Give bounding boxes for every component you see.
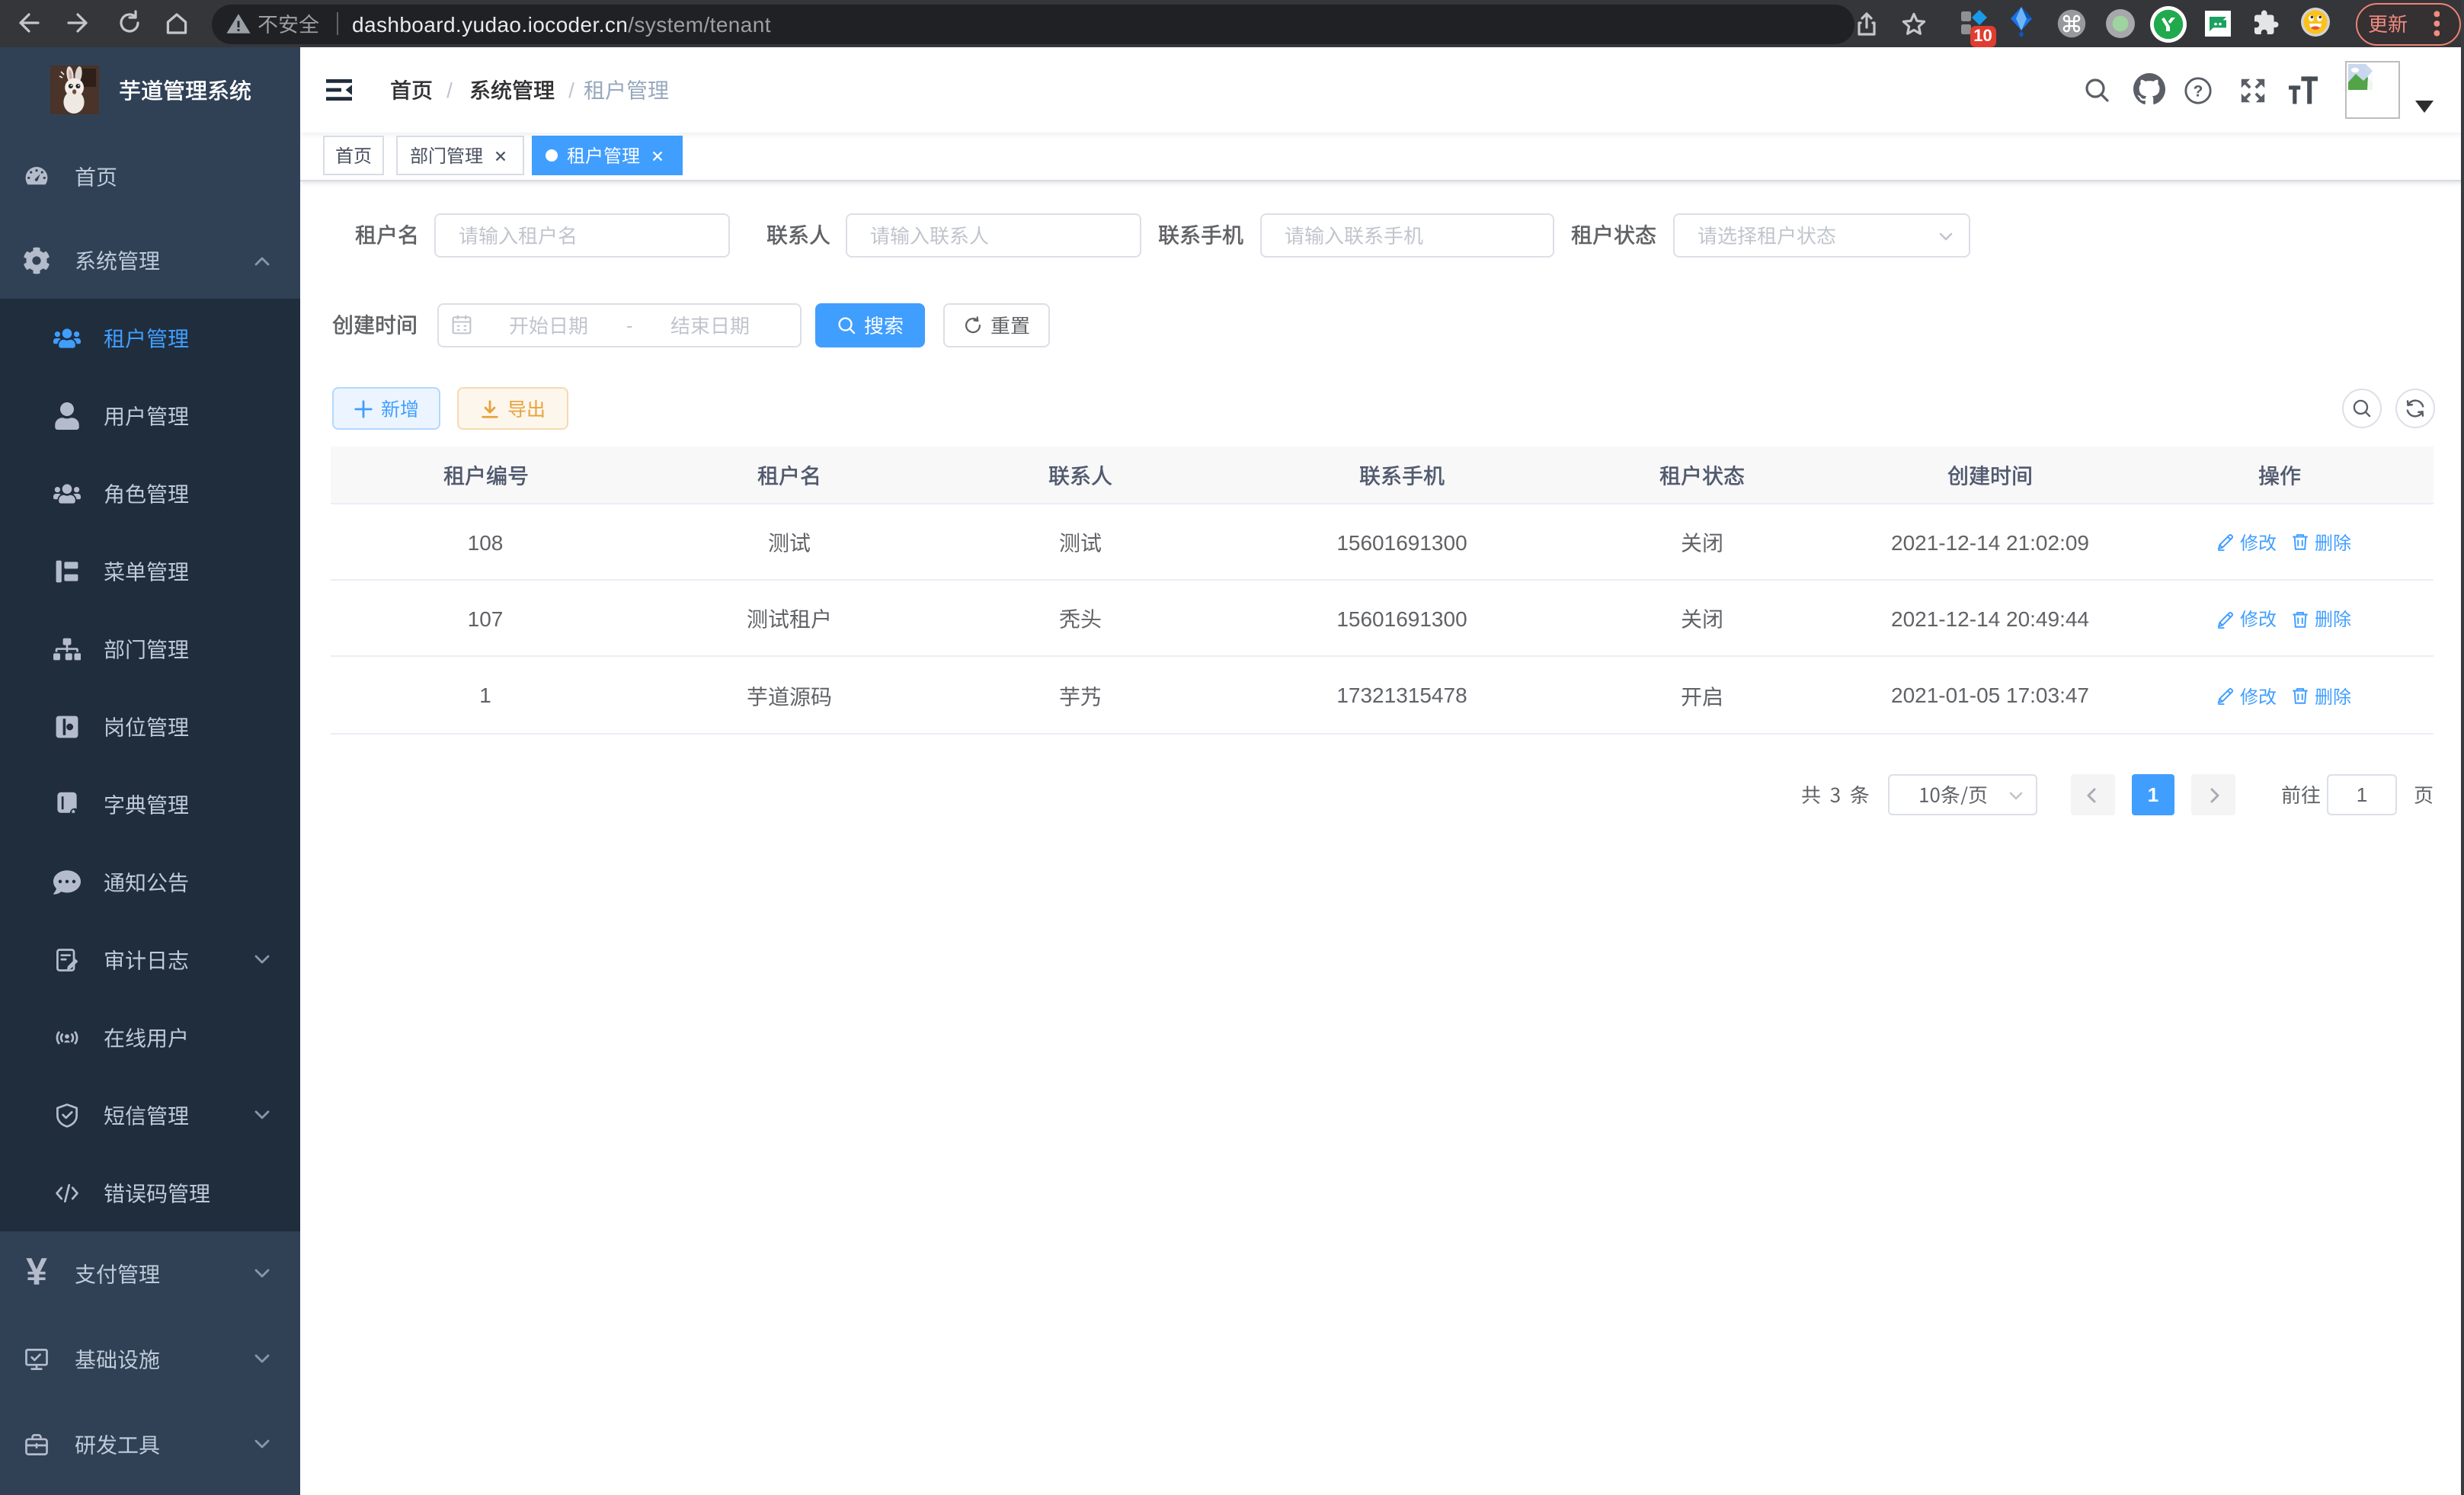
svg-text:?: ?	[2194, 83, 2203, 101]
